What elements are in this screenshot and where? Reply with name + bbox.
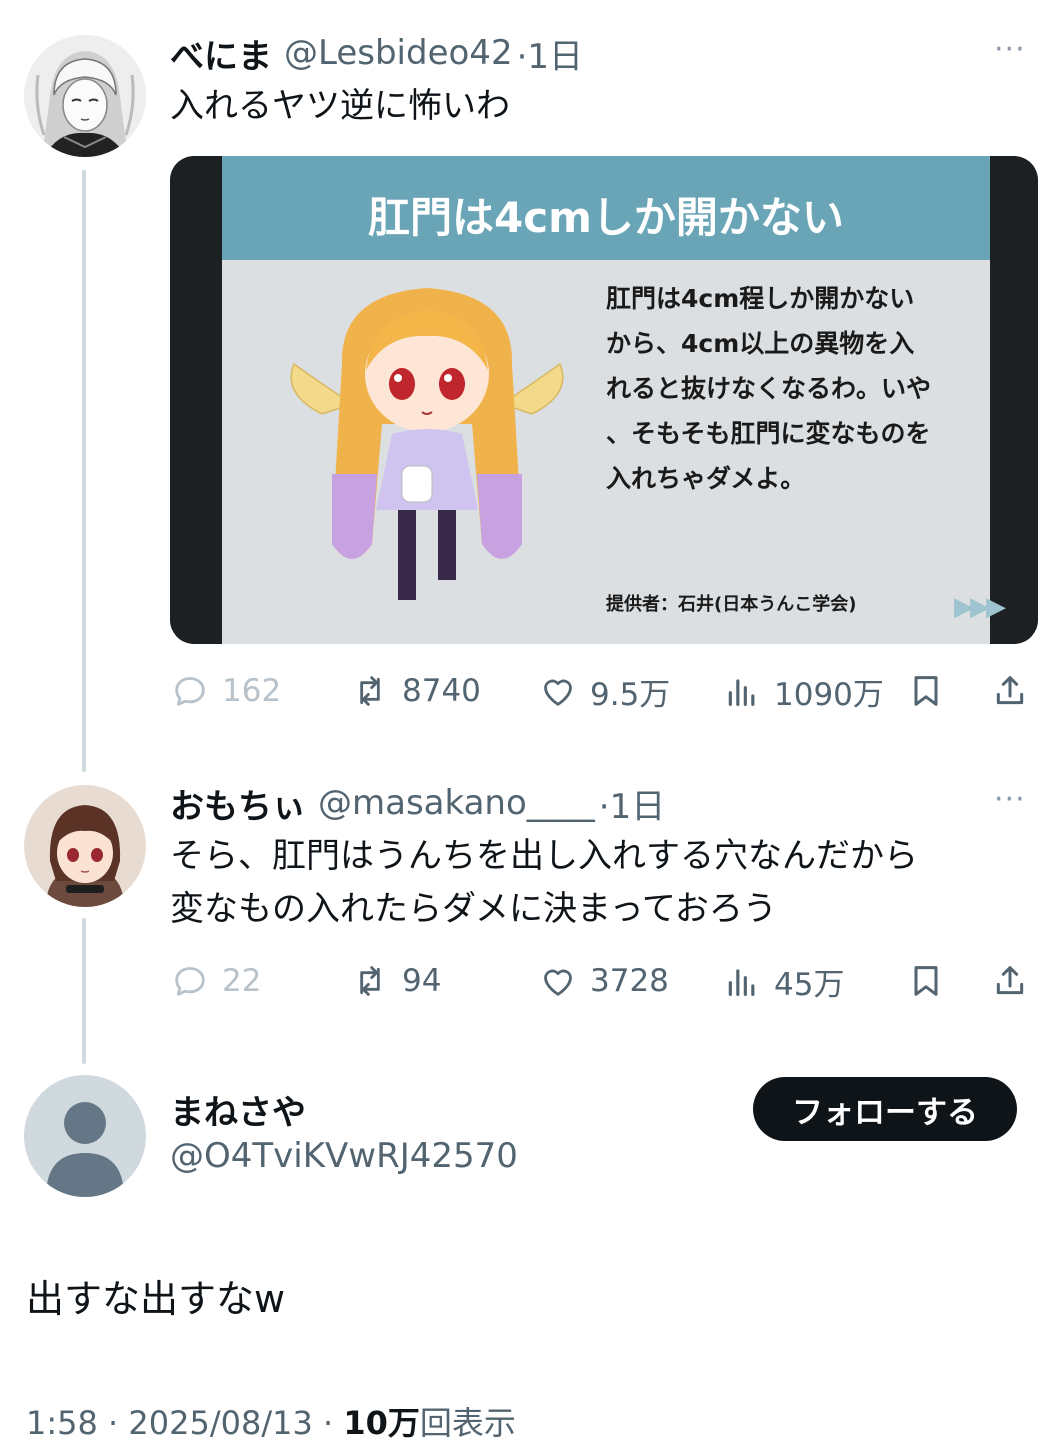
bookmark-icon — [914, 966, 938, 996]
share-icon — [996, 676, 1024, 705]
tweet2-text-line: そら、肛門はうんちを出し入れする穴なんだから — [170, 836, 918, 876]
avatar-omochii[interactable] — [24, 785, 146, 907]
tweet2-time[interactable]: ·1日 — [599, 779, 665, 828]
slide-body-line: 、そもそも肛門に変なものを — [606, 419, 931, 448]
views-label: 回表示 — [419, 1404, 516, 1442]
tweet1-retweet-count: 8740 — [402, 673, 481, 709]
follow-button[interactable]: フォローする — [753, 1077, 1017, 1141]
default-profile-icon — [46, 1102, 124, 1197]
slide-credit: 提供者：石井(日本うんこ学会) — [606, 594, 857, 615]
tweet1-actions: 162 8740 9.5万 1090万 — [170, 666, 1032, 716]
reply-icon — [175, 677, 205, 706]
tweet1-media[interactable]: 肛門は4cmしか開かない 肛門は4cm程しか開かない から、4cm以上の異物を入… — [170, 156, 1038, 644]
tweet2-like-button[interactable]: 3728 — [538, 956, 669, 1006]
tweet1-views-count: 1090万 — [774, 676, 884, 713]
tweet1-more-icon[interactable]: ··· — [994, 32, 1026, 67]
tweet2-reply-count: 22 — [222, 963, 262, 999]
avatar-benima-image — [24, 35, 146, 157]
thread-line-1 — [82, 170, 86, 772]
meta-separator: · — [322, 1404, 334, 1442]
views-icon — [728, 969, 755, 996]
tweet2-retweet-count: 94 — [402, 963, 442, 999]
heart-icon — [544, 969, 572, 996]
tweet2-text: そら、肛門はうんちを出し入れする穴なんだから 変なもの入れたらダメに決まっておろ… — [170, 830, 918, 936]
retweet-icon — [360, 966, 380, 996]
tweet1-like-count: 9.5万 — [590, 676, 671, 713]
tweet2-share-button[interactable] — [990, 956, 1042, 1006]
slide-body-line: 肛門は4cm程しか開かない — [606, 284, 915, 313]
meta-separator: · — [108, 1404, 119, 1442]
tweet2-views-count: 45万 — [774, 966, 845, 1003]
main-tweet-name[interactable]: まねさや — [170, 1085, 306, 1134]
tweet2-actions: 22 94 3728 45万 — [170, 956, 1032, 1006]
thread-line-2 — [82, 918, 86, 1064]
tweet2-reply-button[interactable]: 22 — [170, 956, 261, 1006]
tweet1-bookmark-button[interactable] — [906, 666, 958, 716]
views-count: 10万 — [343, 1404, 420, 1442]
tweet1-views-button[interactable]: 1090万 — [722, 666, 884, 716]
tweet1-time[interactable]: ·1日 — [517, 29, 583, 78]
tweet-time[interactable]: 1:58 — [26, 1404, 98, 1442]
slide-body-line: 入れちゃダメよ。 — [606, 464, 806, 493]
tweet1-handle[interactable]: @Lesbideo42 — [284, 33, 513, 73]
tweet2-more-icon[interactable]: ··· — [994, 782, 1026, 817]
tweet2-views-button[interactable]: 45万 — [722, 956, 844, 1006]
avatar-benima[interactable] — [24, 35, 146, 157]
chibi-angel-illustration — [290, 288, 564, 600]
tweet2-bookmark-button[interactable] — [906, 956, 958, 1006]
tweet2-text-line: 変なもの入れたらダメに決まっておろう — [170, 889, 777, 929]
tweet1-reply-button[interactable]: 162 — [170, 666, 281, 716]
main-tweet-text: 出すな出すなw — [26, 1277, 286, 1321]
slide-body-line: れると抜けなくなるわ。いや — [606, 374, 932, 403]
tweet2-like-count: 3728 — [590, 963, 669, 999]
share-icon — [996, 966, 1024, 995]
main-tweet-meta: 1:58 · 2025/08/13 · 10万回表示 — [26, 1398, 516, 1444]
tweet1-retweet-button[interactable]: 8740 — [350, 666, 481, 716]
reply-icon — [175, 967, 205, 996]
tweet-date[interactable]: 2025/08/13 — [128, 1404, 312, 1442]
slide-body-line: から、4cm以上の異物を入 — [606, 329, 915, 358]
tweet1-name[interactable]: べにま — [170, 29, 272, 78]
tweet2-name[interactable]: おもちぃ — [170, 779, 306, 828]
slide-image: 肛門は4cmしか開かない 肛門は4cm程しか開かない から、4cm以上の異物を入… — [222, 156, 1006, 644]
avatar-manesaya-default[interactable] — [24, 1075, 146, 1197]
tweet1-share-button[interactable] — [990, 666, 1042, 716]
tweet2-header: おもちぃ @masakano____ ·1日 — [170, 779, 665, 828]
tweet2-handle[interactable]: @masakano____ — [318, 783, 595, 823]
views-icon — [728, 679, 755, 706]
slide-body: 肛門は4cm程しか開かない から、4cm以上の異物を入 れると抜けなくなるわ。い… — [606, 276, 966, 501]
tweet1-header: べにま @Lesbideo42 ·1日 — [170, 29, 583, 78]
retweet-icon — [360, 676, 380, 706]
main-tweet-handle[interactable]: @O4TviKVwRJ42570 — [170, 1136, 518, 1176]
tweet1-text: 入れるヤツ逆に怖いわ — [170, 86, 510, 126]
slide-title: 肛門は4cmしか開かない — [368, 193, 844, 242]
tweet1-like-button[interactable]: 9.5万 — [538, 666, 670, 716]
bookmark-icon — [914, 676, 938, 706]
tweet1-reply-count: 162 — [222, 673, 282, 709]
heart-icon — [544, 679, 572, 706]
tweet2-retweet-button[interactable]: 94 — [350, 956, 441, 1006]
slide-next-arrows: ▶▶▶ — [954, 592, 1006, 622]
avatar-omochii-image — [24, 785, 146, 907]
